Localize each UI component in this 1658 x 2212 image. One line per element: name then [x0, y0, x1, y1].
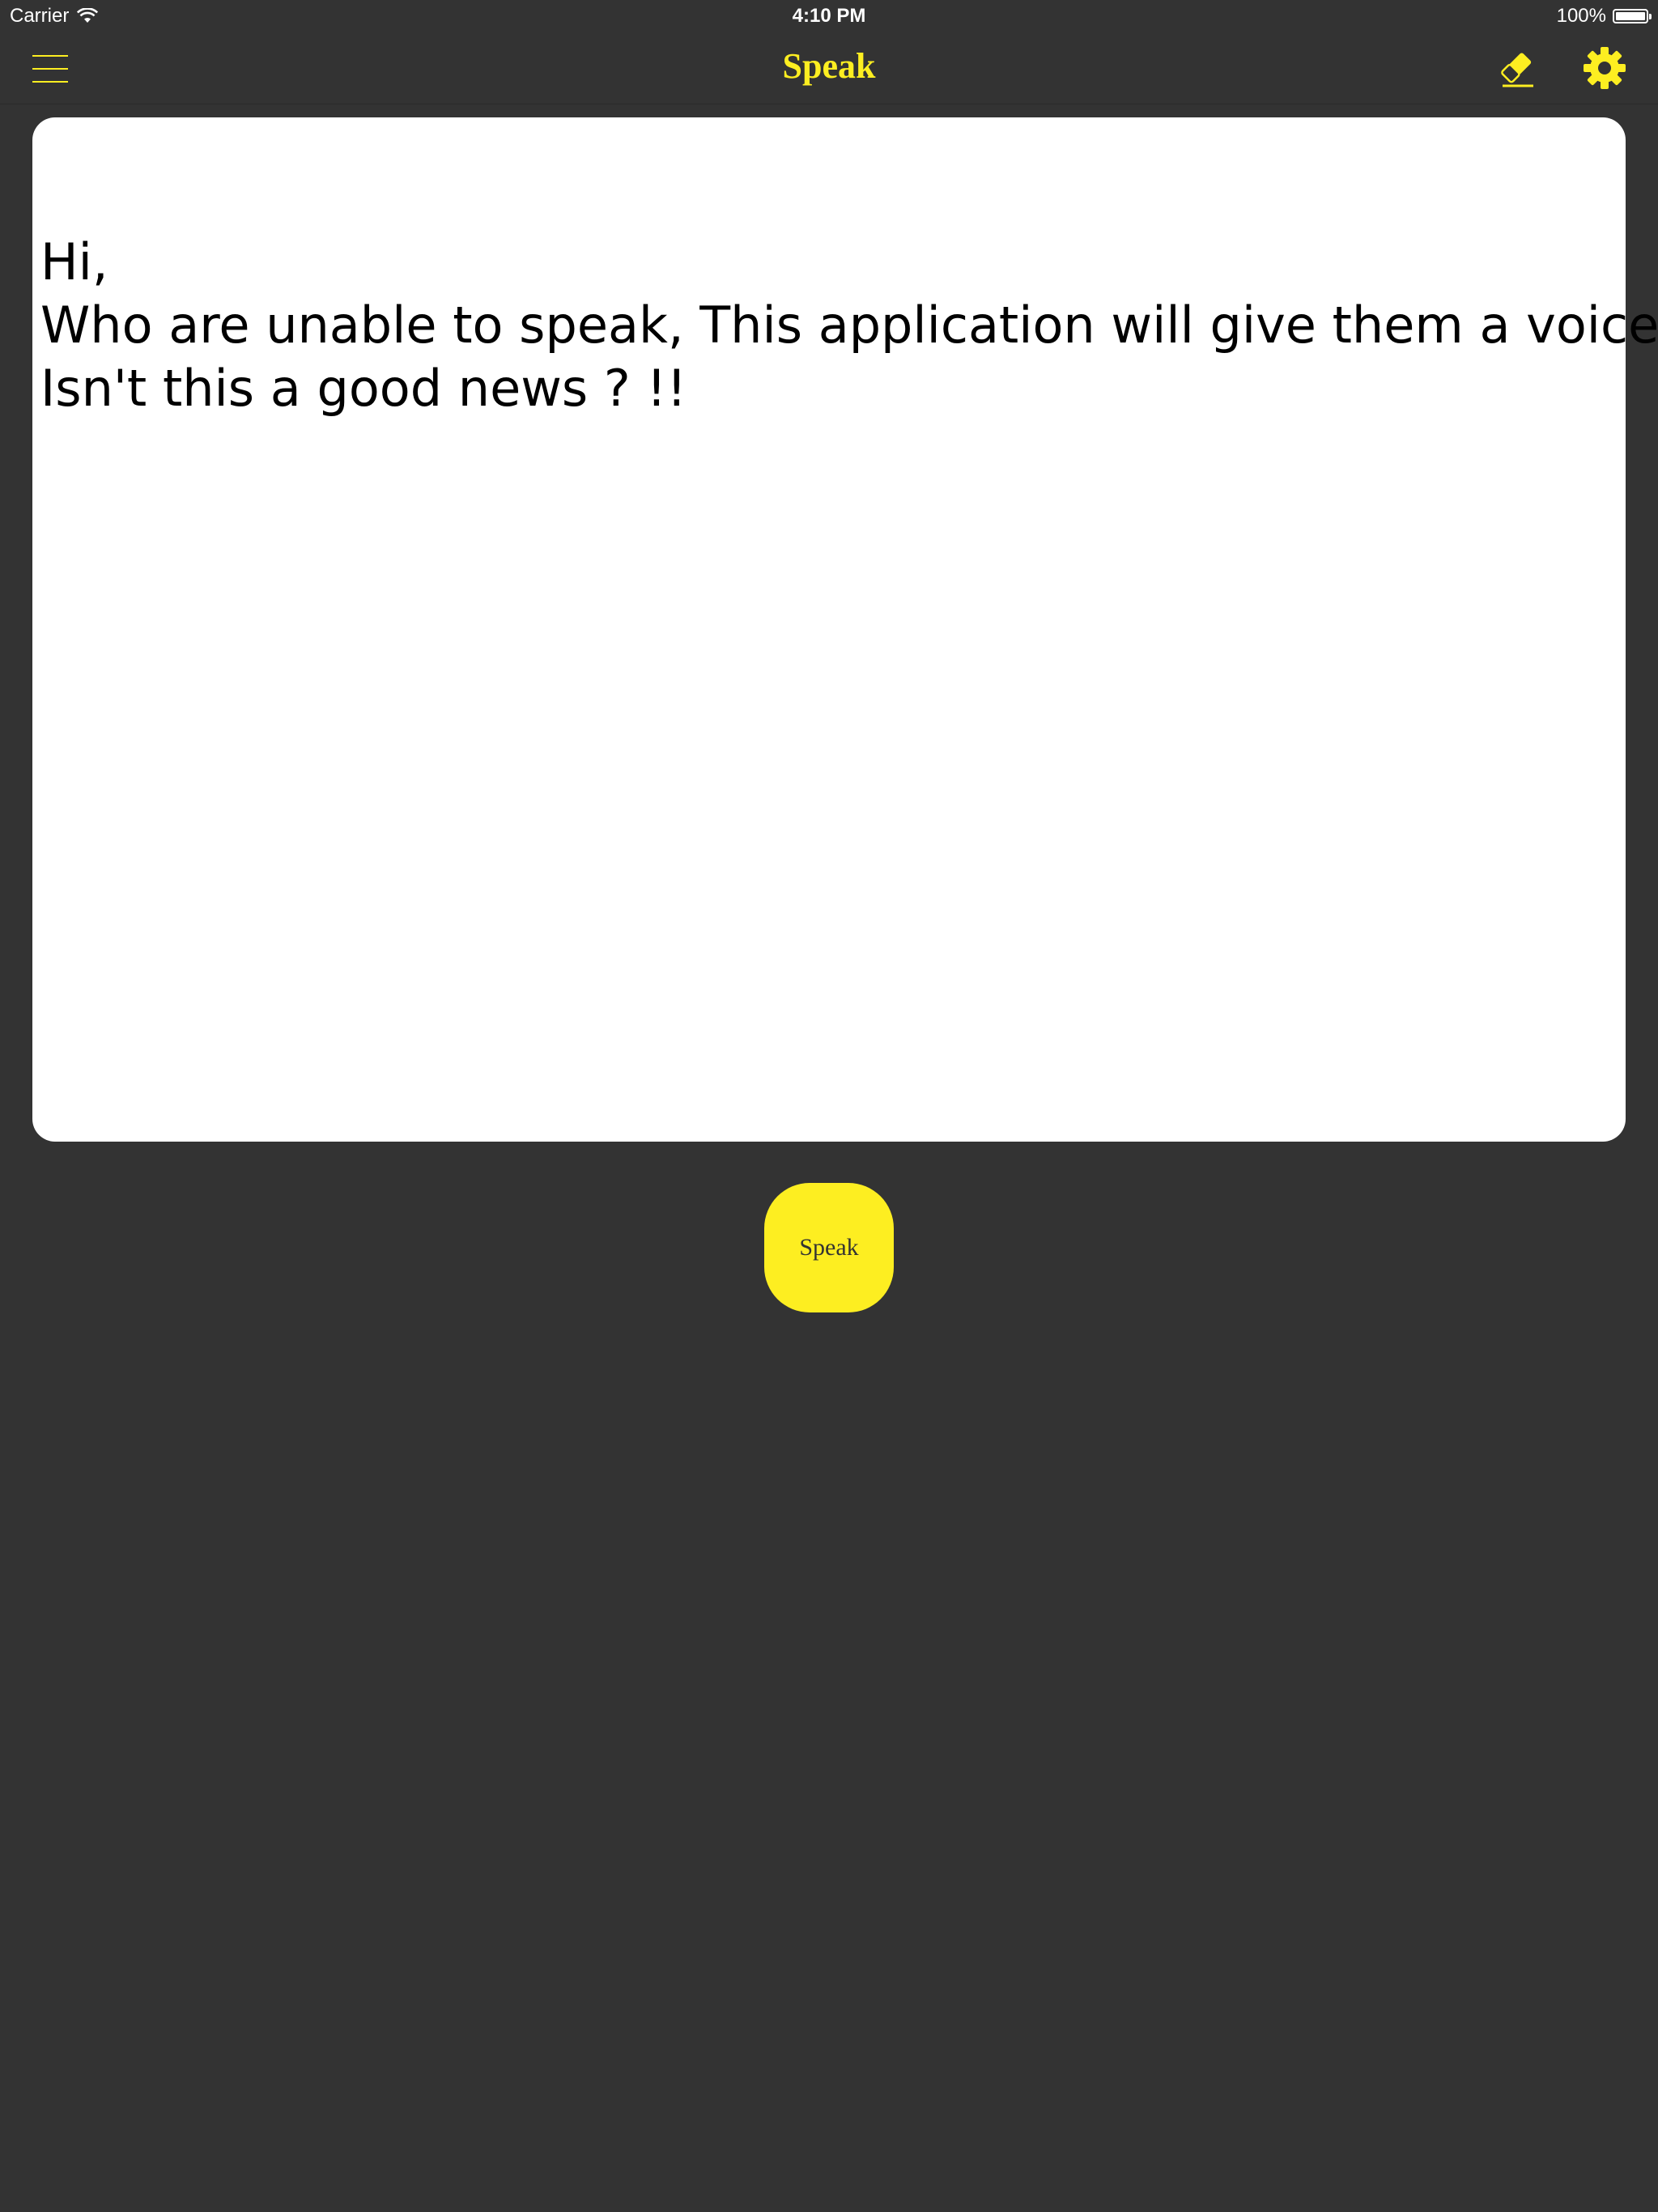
- speak-button-label: Speak: [799, 1234, 859, 1261]
- eraser-icon[interactable]: [1496, 47, 1538, 89]
- menu-icon[interactable]: [32, 55, 68, 83]
- battery-icon: [1613, 9, 1652, 23]
- text-line: Hi,: [40, 232, 108, 291]
- battery-fill: [1616, 12, 1645, 20]
- battery-indicator: 100%: [1556, 5, 1652, 28]
- status-bar: Carrier 4:10 PM 100%: [0, 0, 1658, 32]
- speech-text-area[interactable]: Hi, Who are unable to speak, This applic…: [32, 117, 1658, 1142]
- status-time: 4:10 PM: [792, 5, 866, 27]
- page-title: Speak: [782, 46, 876, 86]
- gear-icon[interactable]: [1582, 45, 1627, 91]
- speak-button[interactable]: Speak: [764, 1183, 894, 1312]
- text-line: Who are unable to speak, This applicatio…: [40, 296, 1658, 355]
- battery-percent: 100%: [1556, 5, 1606, 27]
- text-line: Isn't this a good news ? !!: [40, 359, 687, 418]
- navigation-bar: Speak: [0, 32, 1658, 104]
